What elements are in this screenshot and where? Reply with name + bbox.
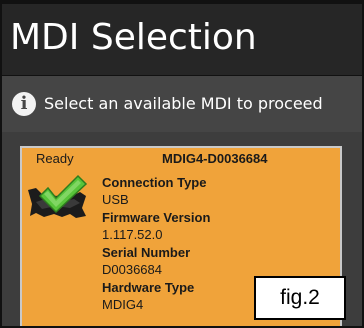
firmware-version-label: Firmware Version (102, 210, 211, 225)
info-icon: i (12, 92, 36, 116)
title-bar: MDI Selection (2, 4, 362, 76)
serial-number-value: D0036684 (102, 262, 162, 277)
info-bar: i Select an available MDI to proceed (2, 76, 362, 132)
mdi-selection-window: MDI Selection i Select an available MDI … (0, 0, 364, 328)
figure-label: fig.2 (254, 276, 346, 320)
window-title: MDI Selection (10, 17, 257, 58)
firmware-version-value: 1.117.52.0 (102, 227, 163, 242)
device-details: Connection Type USB Firmware Version 1.1… (102, 174, 210, 314)
serial-number-label: Serial Number (102, 245, 191, 260)
connection-type-value: USB (102, 192, 129, 207)
hardware-type-value: MDIG4 (102, 297, 144, 312)
connection-type-label: Connection Type (102, 175, 207, 190)
device-status: Ready (36, 151, 74, 166)
hardware-type-label: Hardware Type (102, 280, 195, 295)
device-name: MDIG4-D0036684 (162, 151, 268, 166)
device-connected-check-icon (28, 174, 88, 218)
info-message: Select an available MDI to proceed (44, 94, 323, 113)
